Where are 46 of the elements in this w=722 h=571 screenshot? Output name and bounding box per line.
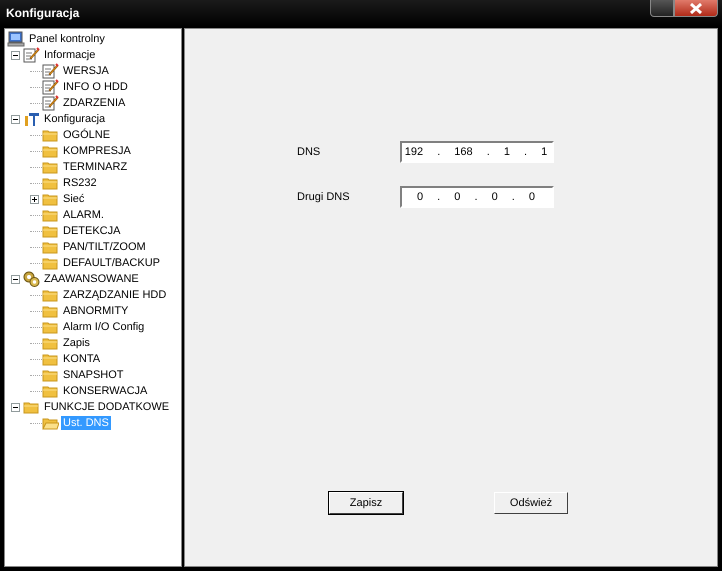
tree-item[interactable]: SNAPSHOT bbox=[61, 368, 126, 382]
minimize-button[interactable] bbox=[650, 0, 674, 17]
computer-icon bbox=[7, 31, 25, 47]
tree-item[interactable]: Alarm I/O Config bbox=[61, 320, 146, 334]
tree-item[interactable]: ALARM. bbox=[61, 208, 106, 222]
tree-item[interactable]: PAN/TILT/ZOOM bbox=[61, 240, 148, 254]
notepad-pencil-icon bbox=[42, 95, 59, 111]
close-icon bbox=[689, 2, 703, 14]
tree-item[interactable]: KONSERWACJA bbox=[61, 384, 150, 398]
tree-item[interactable]: DEFAULT/BACKUP bbox=[61, 256, 162, 270]
tree-item[interactable]: Sieć bbox=[61, 192, 86, 206]
tree-item[interactable]: ZDARZENIA bbox=[61, 96, 128, 110]
tree-item[interactable]: WERSJA bbox=[61, 64, 111, 78]
expander-icon[interactable] bbox=[11, 402, 20, 412]
refresh-button[interactable]: Odśwież bbox=[494, 492, 568, 514]
expander-icon[interactable] bbox=[11, 114, 20, 124]
tree-item[interactable]: ZARZĄDZANIE HDD bbox=[61, 288, 168, 302]
tree-item[interactable]: KONTA bbox=[61, 352, 102, 366]
notepad-pencil-icon bbox=[42, 63, 59, 79]
tree-item[interactable]: KOMPRESJA bbox=[61, 144, 133, 158]
tree-item[interactable]: TERMINARZ bbox=[61, 160, 130, 174]
ip-address-field[interactable]: 0 . 0 . 0 . 0 bbox=[400, 186, 554, 208]
expander-icon[interactable] bbox=[11, 50, 20, 60]
tree-item[interactable]: FUNKCJE DODATKOWE bbox=[42, 400, 172, 414]
close-button[interactable] bbox=[674, 0, 718, 17]
gears-icon bbox=[23, 271, 40, 287]
notepad-pencil-icon bbox=[42, 79, 59, 95]
save-button[interactable]: Zapisz bbox=[329, 492, 403, 514]
tools-icon bbox=[23, 111, 40, 127]
tree-item[interactable]: OGÓLNE bbox=[61, 128, 112, 142]
window-title: Konfiguracja bbox=[6, 6, 80, 20]
tree-item[interactable]: DETEKCJA bbox=[61, 224, 122, 238]
tree-item[interactable]: INFO O HDD bbox=[61, 80, 130, 94]
field-label: Drugi DNS bbox=[297, 191, 351, 203]
field-label: DNS bbox=[297, 146, 322, 158]
ip-address-field[interactable]: 192 . 168 . 1 . 1 bbox=[400, 141, 554, 163]
tree-item[interactable]: Panel kontrolny bbox=[27, 32, 107, 46]
tree-item[interactable]: Konfiguracja bbox=[42, 112, 108, 126]
expander-icon[interactable] bbox=[30, 194, 39, 204]
tree-item[interactable]: ZAAWANSOWANE bbox=[42, 272, 141, 286]
tree-item[interactable]: Informacje bbox=[42, 48, 98, 62]
tree-item[interactable]: Zapis bbox=[61, 336, 92, 350]
expander-icon[interactable] bbox=[11, 274, 20, 284]
tree-item[interactable]: ABNORMITY bbox=[61, 304, 130, 318]
tree-item[interactable]: RS232 bbox=[61, 176, 99, 190]
notepad-pencil-icon bbox=[23, 47, 40, 63]
